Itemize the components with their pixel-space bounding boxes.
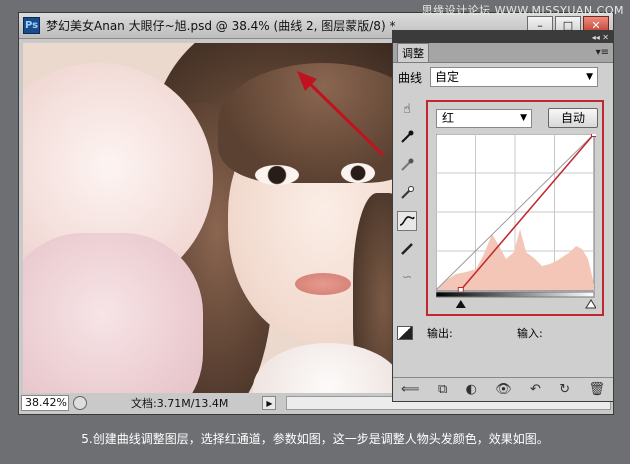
document-title: 梦幻美女Anan 大眼仔~旭.psd @ 38.4% (曲线 2, 图层蒙版/8…: [46, 19, 396, 33]
back-icon[interactable]: ⟸: [401, 382, 420, 397]
eyedropper-black-icon[interactable]: [397, 127, 417, 147]
tutorial-caption: 5.创建曲线调整图层，选择红通道，参数如图，这一步是调整人物头发颜色，效果如图。: [81, 432, 549, 446]
hand-adjust-icon[interactable]: ☝: [397, 99, 417, 119]
auto-button[interactable]: 自动: [548, 108, 598, 128]
curve-point-icon[interactable]: [397, 211, 417, 231]
document-canvas[interactable]: [23, 43, 395, 393]
curves-highlight-box: 红 自动: [426, 100, 604, 316]
annotation-arrow-icon: [297, 71, 385, 157]
panel-menu-icon[interactable]: ▾≡: [596, 47, 609, 58]
clip-icon[interactable]: ⧉: [438, 382, 447, 397]
visibility-toggle-icon[interactable]: ◐: [466, 382, 477, 397]
channel-select[interactable]: 红: [436, 109, 532, 128]
status-options-icon[interactable]: [73, 396, 87, 410]
document-size-info: 文档:3.71M/13.4M: [131, 397, 229, 410]
trash-icon[interactable]: 🗑: [588, 382, 605, 397]
white-input-slider: [585, 299, 596, 309]
preset-select[interactable]: 自定: [430, 67, 599, 87]
curves-label: 曲线: [398, 70, 423, 85]
view-previous-icon[interactable]: ↶: [530, 382, 541, 397]
io-row: 输出: 输入:: [397, 323, 607, 343]
output-gradient-bar: [436, 291, 595, 298]
panel-bottom-toolbar: ⟸ ⧉ ◐ 👁 ↶ ↻ 🗑: [393, 377, 613, 401]
pencil-icon[interactable]: [397, 239, 417, 259]
output-label: 输出:: [427, 327, 453, 340]
curves-graph[interactable]: [436, 134, 596, 310]
eyedropper-white-icon[interactable]: [397, 183, 417, 203]
adjustments-panel: ◂◂ ✕ 调整 ▾≡ 曲线 自定 ☝ ∽ 红 自动: [392, 30, 614, 402]
zoom-input[interactable]: 38.42%: [21, 395, 69, 411]
photoshop-logo-icon: Ps: [23, 17, 40, 34]
eyedropper-gray-icon[interactable]: [397, 155, 417, 175]
smooth-icon[interactable]: ∽: [397, 267, 417, 287]
tab-adjustments[interactable]: 调整: [397, 43, 429, 62]
preset-row: 曲线 自定: [393, 63, 613, 91]
eye-icon[interactable]: 👁: [495, 382, 512, 397]
black-input-slider: [455, 300, 466, 308]
panel-header-bar[interactable]: ◂◂ ✕: [393, 31, 613, 43]
status-menu-arrow[interactable]: ▶: [262, 396, 277, 410]
reset-icon[interactable]: ↻: [559, 382, 570, 397]
watermark-text: 思缘设计论坛 WWW.MISSYUAN.COM: [421, 4, 624, 17]
curve-point-white: [591, 134, 596, 137]
clipping-icon[interactable]: [397, 326, 413, 340]
panel-tabbar: 调整 ▾≡: [393, 43, 613, 63]
curve-tools: ☝ ∽: [397, 99, 417, 295]
input-label: 输入:: [517, 327, 543, 340]
